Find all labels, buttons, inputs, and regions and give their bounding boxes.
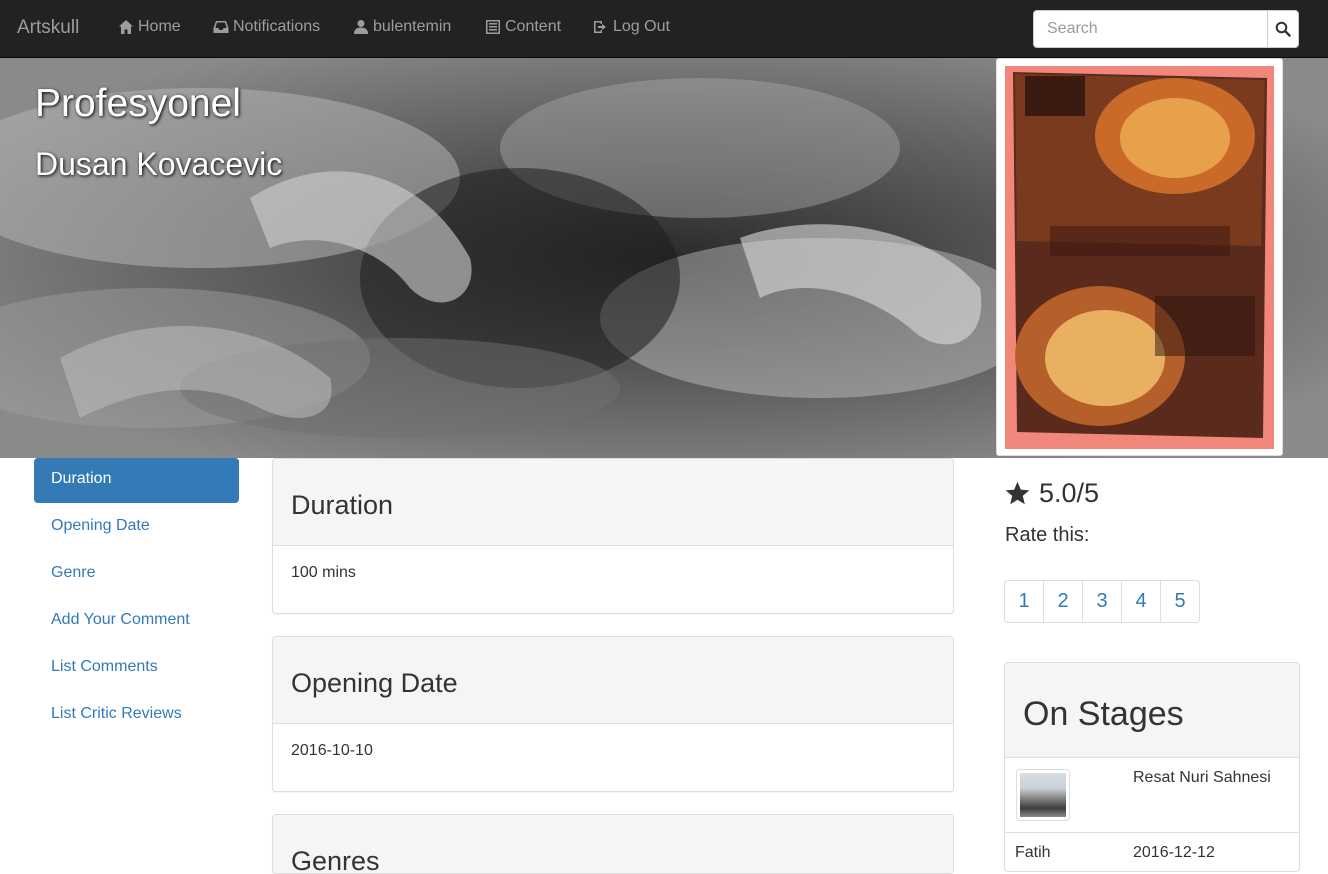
stage-date: 2016-12-12: [1133, 844, 1215, 861]
rate-5-button[interactable]: 5: [1160, 580, 1200, 623]
duration-value: 100 mins: [291, 564, 356, 581]
top-navbar: Artskull Home Notifications bulentemin C…: [0, 0, 1328, 58]
nav-content[interactable]: Content: [485, 18, 561, 36]
rate-this-label: Rate this:: [1005, 524, 1090, 546]
rate-4-button[interactable]: 4: [1121, 580, 1161, 623]
play-author: Dusan Kovacevic: [35, 146, 283, 182]
section-link-genre[interactable]: Genre: [34, 552, 239, 597]
rate-1-button[interactable]: 1: [1004, 580, 1044, 623]
nav-home-label: Home: [138, 18, 181, 35]
section-nav: Duration Opening Date Genre Add Your Com…: [34, 458, 239, 740]
section-link-critic-reviews[interactable]: List Critic Reviews: [34, 693, 239, 738]
list-icon: [486, 20, 500, 34]
stage-details-row: Fatih 2016-12-12: [1005, 833, 1299, 871]
duration-heading: Duration: [273, 459, 953, 546]
genres-heading: Genres: [273, 815, 953, 873]
rating-score: 5.0/5: [1039, 478, 1100, 508]
stage-image: [1020, 773, 1066, 817]
stage-thumbnail[interactable]: [1016, 769, 1070, 821]
nav-user-label: bulentemin: [373, 18, 452, 35]
nav-notifications[interactable]: Notifications: [213, 18, 320, 36]
hero-banner: Profesyonel Dusan Kovacevic: [0, 58, 1328, 458]
nav-home[interactable]: Home: [118, 18, 181, 36]
home-icon: [119, 20, 133, 34]
logout-icon: [594, 21, 606, 33]
average-rating: 5.0/5: [1004, 478, 1099, 509]
search-icon: [1275, 21, 1291, 37]
search-form: [1033, 10, 1299, 48]
nav-logout-label: Log Out: [613, 18, 670, 35]
rate-2-button[interactable]: 2: [1043, 580, 1083, 623]
nav-user[interactable]: bulentemin: [353, 18, 451, 36]
nav-notifications-label: Notifications: [233, 18, 321, 35]
play-title: Profesyonel: [35, 82, 241, 125]
rate-3-button[interactable]: 3: [1082, 580, 1122, 623]
poster-image: [1005, 66, 1274, 449]
duration-panel: Duration 100 mins: [272, 458, 954, 614]
section-link-opening-date[interactable]: Opening Date: [34, 505, 239, 550]
opening-date-value: 2016-10-10: [291, 742, 373, 759]
nav-content-label: Content: [505, 18, 562, 35]
section-link-list-comments[interactable]: List Comments: [34, 646, 239, 691]
nav-logout[interactable]: Log Out: [593, 18, 670, 36]
star-icon: [1005, 481, 1030, 505]
opening-date-heading: Opening Date: [273, 637, 953, 724]
stage-district: Fatih: [1015, 844, 1051, 861]
inbox-icon: [213, 21, 229, 33]
on-stages-heading: On Stages: [1005, 663, 1299, 758]
user-icon: [354, 20, 368, 34]
genres-panel: Genres: [272, 814, 954, 874]
on-stages-panel: On Stages Resat Nuri Sahnesi Fatih 2016-…: [1004, 662, 1300, 872]
rating-options: 1 2 3 4 5: [1004, 580, 1200, 623]
search-input[interactable]: [1034, 11, 1267, 47]
section-link-add-comment[interactable]: Add Your Comment: [34, 599, 239, 644]
brand-link[interactable]: Artskull: [17, 17, 79, 39]
stage-name[interactable]: Resat Nuri Sahnesi: [1133, 769, 1271, 787]
stage-row[interactable]: Resat Nuri Sahnesi: [1005, 758, 1299, 833]
section-link-duration[interactable]: Duration: [34, 458, 239, 503]
play-poster: [996, 58, 1283, 456]
search-button[interactable]: [1267, 11, 1298, 47]
opening-date-panel: Opening Date 2016-10-10: [272, 636, 954, 792]
